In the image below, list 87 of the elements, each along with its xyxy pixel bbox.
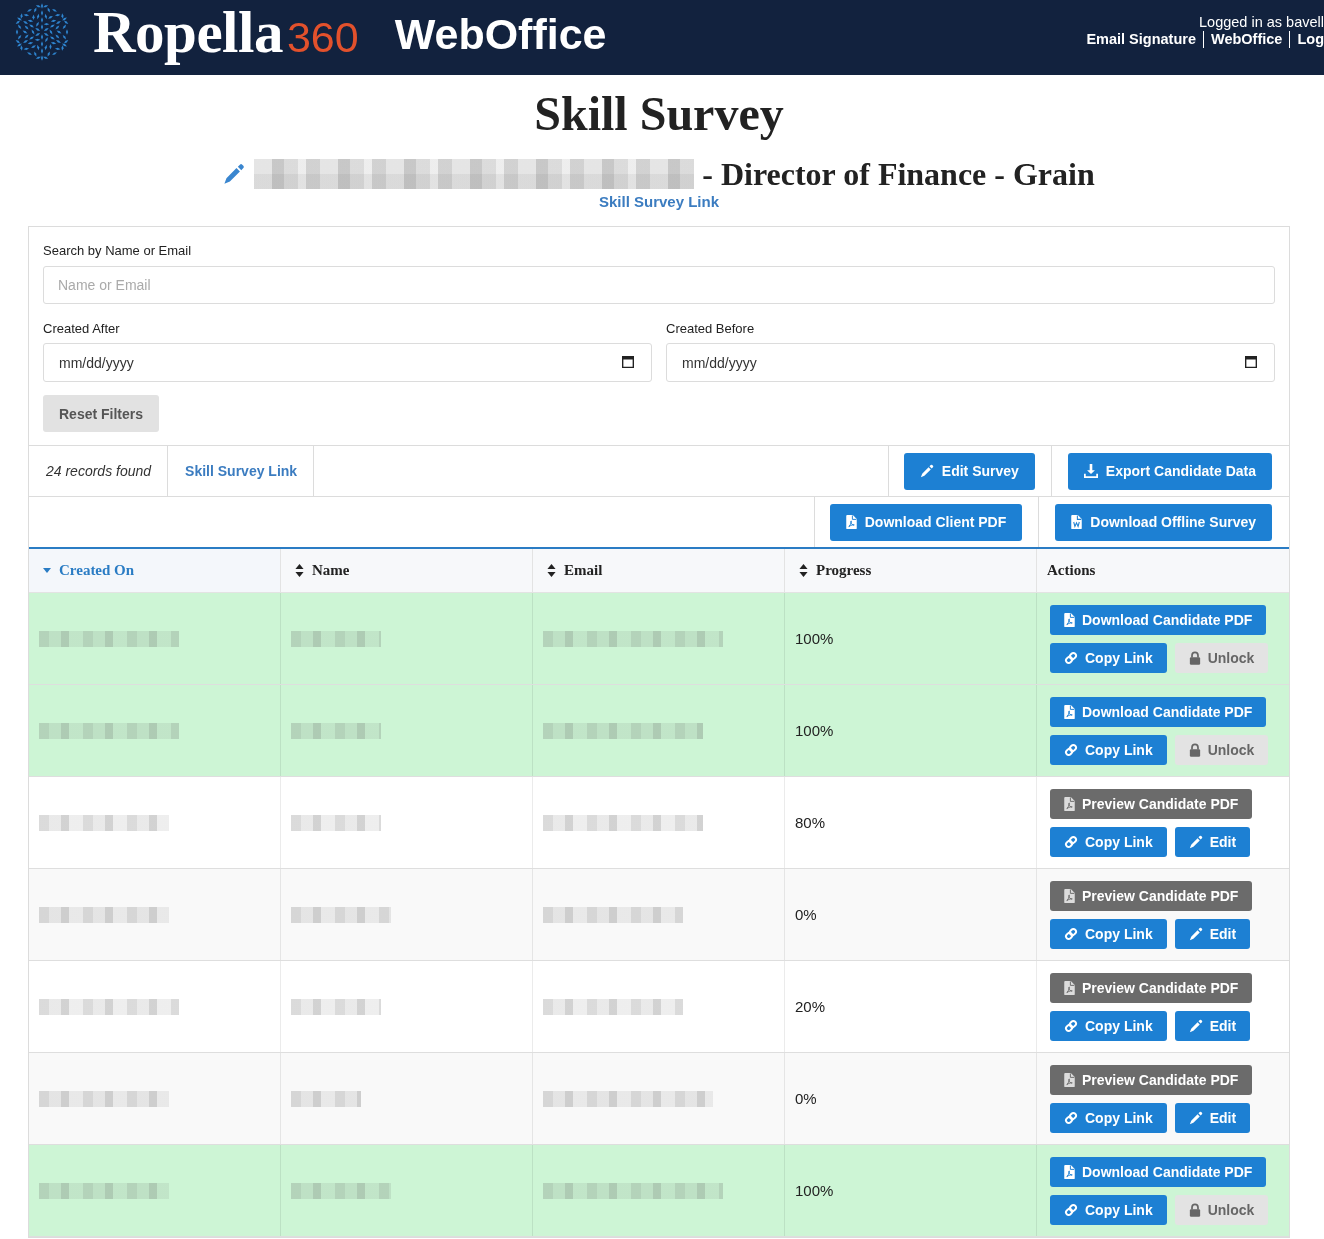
- download-icon: [1083, 464, 1098, 478]
- login-status-text: Logged in as bavell: [1199, 14, 1324, 31]
- redacted-text: [291, 1090, 361, 1107]
- page-title: Skill Survey: [534, 89, 784, 139]
- progress-text: 20%: [795, 998, 826, 1015]
- sort-icon: [295, 564, 304, 577]
- pdf-file-icon: [1064, 1072, 1075, 1087]
- lock-icon: [1188, 650, 1201, 665]
- pdf-file-icon: [1064, 796, 1075, 811]
- export-button[interactable]: Export Candidate Data: [1067, 452, 1272, 490]
- brand-suffix: 360: [286, 16, 359, 59]
- progress-text: 0%: [795, 1090, 817, 1107]
- progress-text: 80%: [795, 814, 826, 831]
- copy-link-button[interactable]: Copy Link: [1050, 734, 1167, 765]
- field-label: Created After: [43, 321, 120, 336]
- field-label: Created Before: [666, 321, 755, 336]
- edit-button[interactable]: Edit: [1174, 918, 1251, 949]
- link-icon: [1064, 742, 1078, 757]
- download-pdf-button[interactable]: Download Candidate PDF: [1050, 604, 1267, 635]
- copy-link-button[interactable]: Copy Link: [1050, 1102, 1167, 1133]
- preview-pdf-button[interactable]: Preview Candidate PDF: [1050, 880, 1253, 911]
- pencil-icon: [1188, 926, 1203, 941]
- date-field[interactable]: mm/dd/yyyy: [43, 343, 652, 382]
- download-pdf-button[interactable]: Download Client PDF: [829, 503, 1023, 541]
- download-pdf-button[interactable]: Download Candidate PDF: [1050, 696, 1267, 727]
- link-icon: [1064, 1110, 1078, 1125]
- edit-button[interactable]: Edit: [1174, 826, 1251, 857]
- progress-text: 100%: [795, 630, 834, 647]
- download-pdf-button[interactable]: Download Candidate PDF: [1050, 1156, 1267, 1187]
- survey-link[interactable]: Skill Survey Link: [185, 463, 298, 479]
- app-name: WebOffice: [394, 13, 607, 56]
- pdf-file-icon: [1064, 888, 1075, 903]
- pdf-file-icon: [1064, 612, 1075, 627]
- column-header[interactable]: Created On: [29, 549, 281, 593]
- calendar-icon[interactable]: [622, 356, 634, 368]
- progress-text: 100%: [795, 722, 834, 739]
- link-icon: [1064, 650, 1078, 665]
- copy-link-button[interactable]: Copy Link: [1050, 826, 1167, 857]
- nav-link[interactable]: Email Signature: [1079, 31, 1203, 48]
- nav-link[interactable]: WebOffice: [1202, 31, 1290, 48]
- sort-icon: [799, 564, 808, 577]
- link-icon: [1064, 926, 1078, 941]
- progress-text: 100%: [795, 1182, 834, 1199]
- pdf-file-icon: [1064, 980, 1075, 995]
- copy-link-button[interactable]: Copy Link: [1050, 642, 1167, 673]
- word-file-icon: [1071, 515, 1083, 529]
- preview-pdf-button[interactable]: Preview Candidate PDF: [1050, 788, 1253, 819]
- lock-icon: [1188, 1202, 1201, 1217]
- reset-filters-button[interactable]: Reset Filters: [43, 395, 160, 432]
- pdf-file-icon: [1064, 704, 1075, 719]
- calendar-icon[interactable]: [1245, 356, 1257, 368]
- pdf-file-icon: [845, 515, 857, 529]
- link-icon: [1064, 1202, 1078, 1217]
- edit-button[interactable]: Edit: [1174, 1010, 1251, 1041]
- edit-button[interactable]: Edit Survey: [903, 452, 1035, 490]
- unlock-button[interactable]: Unlock: [1174, 1194, 1269, 1225]
- copy-link-button[interactable]: Copy Link: [1050, 1010, 1167, 1041]
- column-header[interactable]: Progress: [785, 549, 1037, 593]
- pdf-file-icon: [1064, 1164, 1075, 1179]
- copy-link-button[interactable]: Copy Link: [1050, 1194, 1167, 1225]
- column-header[interactable]: Name: [281, 549, 533, 593]
- pencil-icon: [1188, 834, 1203, 849]
- pencil-icon: [1188, 1110, 1203, 1125]
- field-label: Search by Name or Email: [43, 243, 192, 258]
- lock-icon: [1188, 742, 1201, 757]
- unlock-button[interactable]: Unlock: [1174, 734, 1269, 765]
- survey-link[interactable]: Skill Survey Link: [598, 192, 720, 211]
- link-icon: [1064, 1018, 1078, 1033]
- column-header[interactable]: Email: [533, 549, 785, 593]
- preview-pdf-button[interactable]: Preview Candidate PDF: [1050, 1064, 1253, 1095]
- unlock-button[interactable]: Unlock: [1174, 642, 1269, 673]
- pencil-icon[interactable]: [223, 163, 246, 185]
- download-survey-button[interactable]: Download Offline Survey: [1055, 503, 1272, 541]
- column-header: Actions: [1037, 549, 1289, 593]
- preview-pdf-button[interactable]: Preview Candidate PDF: [1050, 972, 1253, 1003]
- progress-text: 0%: [795, 906, 817, 923]
- sort-icon: [547, 564, 556, 577]
- copy-link-button[interactable]: Copy Link: [1050, 918, 1167, 949]
- edit-button[interactable]: Edit: [1174, 1102, 1251, 1133]
- link-icon: [1064, 834, 1078, 849]
- pencil-icon: [1188, 1018, 1203, 1033]
- pencil-icon: [919, 464, 934, 478]
- job-title: - Director of Finance - Grain: [702, 156, 1095, 192]
- search-field[interactable]: Name or Email: [43, 266, 1275, 304]
- record-count: 24 records found: [46, 463, 152, 479]
- date-field[interactable]: mm/dd/yyyy: [666, 343, 1275, 382]
- nav-link[interactable]: Log: [1289, 31, 1324, 48]
